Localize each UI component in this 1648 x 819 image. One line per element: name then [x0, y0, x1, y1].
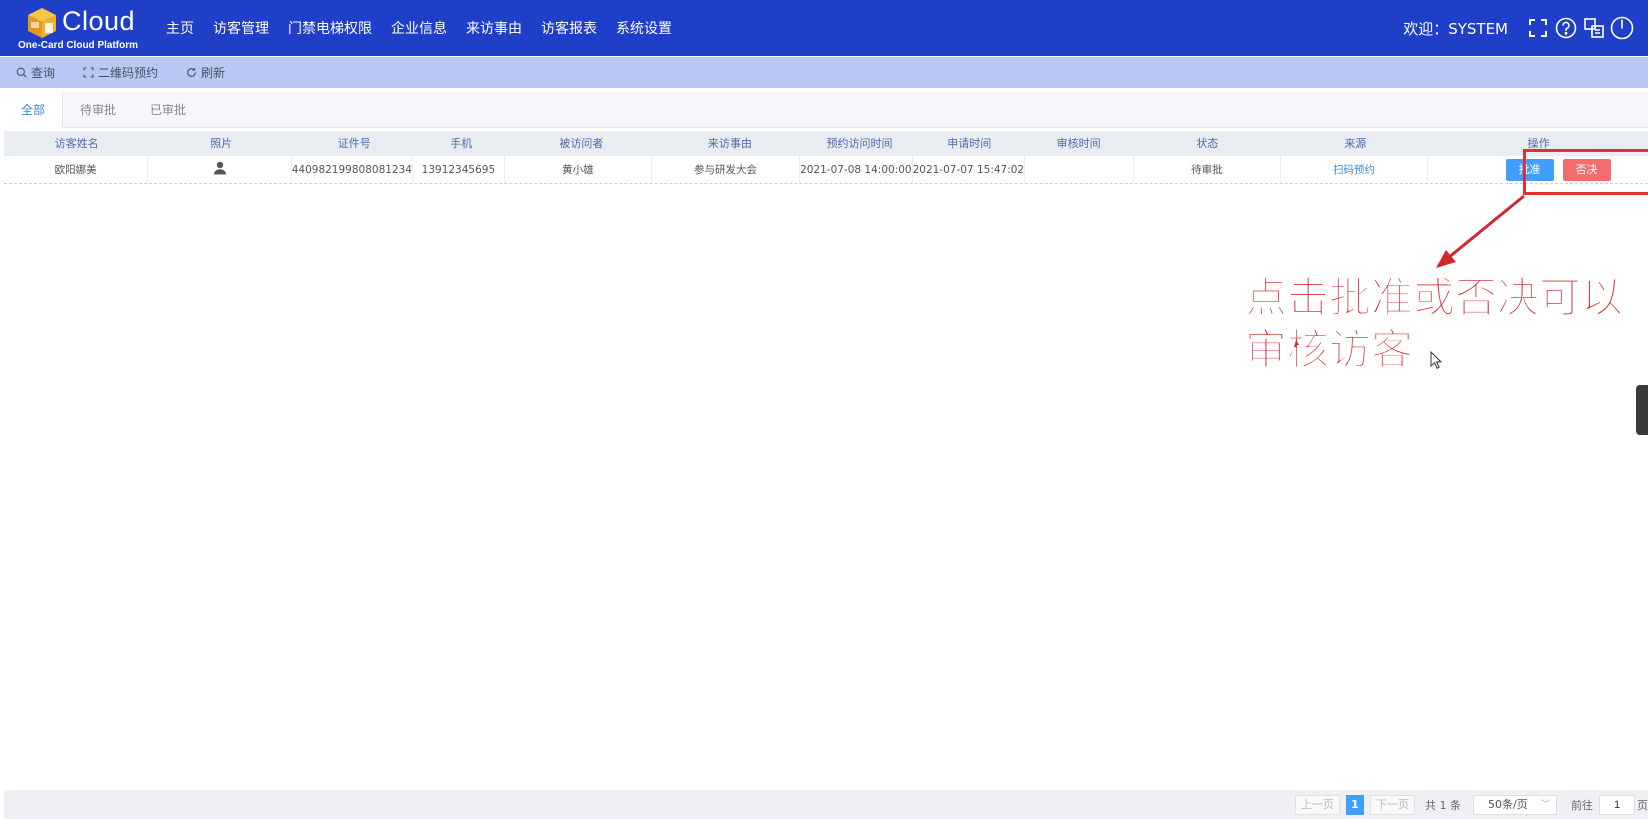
nav-visit-reason[interactable]: 来访事由 [466, 18, 522, 38]
col-photo: 照片 [210, 137, 233, 150]
cell-visitor-name: 欧阳娜美 [4, 156, 149, 183]
col-appointment-time: 预约访问时间 [826, 137, 893, 150]
nav-visitor-management[interactable]: 访客管理 [213, 18, 269, 38]
logo-word: Cloud [62, 6, 136, 36]
cell-status: 待审批 [1134, 156, 1281, 183]
refresh-button[interactable]: 刷新 [186, 64, 225, 81]
user-avatar-icon [213, 161, 226, 175]
annotation-line-1: 点击批准或否决可以 [1245, 273, 1624, 323]
tab-all[interactable]: 全部 [4, 92, 64, 128]
fullscreen-icon[interactable] [1526, 16, 1550, 40]
cell-source-link[interactable]: 扫码预约 [1281, 156, 1429, 183]
power-icon[interactable] [1610, 16, 1634, 40]
col-review-time: 审核时间 [1056, 137, 1101, 150]
tab-pending[interactable]: 待审批 [63, 92, 133, 128]
col-source: 来源 [1344, 137, 1367, 150]
col-status: 状态 [1196, 137, 1219, 150]
cell-phone: 13912345695 [413, 156, 505, 183]
scan-icon [83, 67, 94, 78]
nav-access-elevator[interactable]: 门禁电梯权限 [288, 18, 372, 38]
col-id-number: 证件号 [337, 137, 371, 150]
cell-photo [148, 156, 292, 183]
goto-label: 前往 [1571, 798, 1593, 812]
welcome-text: 欢迎：SYSTEM [1403, 19, 1508, 38]
help-icon[interactable] [1554, 16, 1578, 40]
pagination: 上一页 1 下一页 共 1 条 50条/页 ﹀ 前往 页 [4, 790, 1648, 819]
col-visitor-name: 访客姓名 [54, 137, 99, 150]
nav-company-info[interactable]: 企业信息 [391, 18, 447, 38]
cell-apply-time: 2021-07-07 15:47:02 [913, 156, 1026, 183]
nav-visitor-report[interactable]: 访客报表 [541, 18, 597, 38]
page-number-current[interactable]: 1 [1346, 794, 1364, 815]
search-icon [16, 67, 27, 78]
query-label: 查询 [31, 66, 56, 80]
logo-subtitle: One-Card Cloud Platform [18, 40, 139, 51]
page-size-select[interactable]: 50条/页 ﹀ [1473, 794, 1557, 815]
goto-page-input[interactable] [1599, 794, 1635, 815]
next-page-button[interactable]: 下一页 [1370, 794, 1415, 815]
page-unit-label: 页 [1637, 798, 1648, 812]
top-header: Cloud One-Card Cloud Platform 主页 访客管理 门禁… [0, 0, 1648, 56]
page-size-value: 50条/页 [1488, 797, 1528, 811]
total-count: 共 1 条 [1425, 798, 1461, 812]
highlight-box [1523, 149, 1648, 195]
cell-reason: 参与研发大会 [652, 156, 801, 183]
switch-screen-icon[interactable] [1582, 16, 1606, 40]
nav-system-settings[interactable]: 系统设置 [616, 18, 672, 38]
cell-appointment-time: 2021-07-08 14:00:00 [800, 156, 913, 183]
cell-host: 黄小雄 [505, 156, 652, 183]
side-drawer-handle[interactable] [1636, 385, 1648, 435]
refresh-icon [187, 68, 196, 77]
col-apply-time: 申请时间 [947, 137, 992, 150]
status-tabs: 全部 待审批 已审批 [4, 92, 1648, 128]
visitor-table: 访客姓名 照片 证件号 手机 被访问者 来访事由 预约访问时间 申请时间 审核时… [4, 131, 1648, 184]
col-reason: 来访事由 [707, 137, 752, 150]
qr-booking-label: 二维码预约 [98, 66, 159, 80]
col-host: 被访问者 [559, 137, 604, 150]
toolbar: 查询 二维码预约 刷新 [0, 57, 1648, 88]
col-phone: 手机 [450, 137, 473, 150]
chevron-down-icon: ﹀ [1540, 799, 1550, 810]
tab-approved[interactable]: 已审批 [133, 92, 203, 128]
cell-id-number: 440982199808081234 [292, 156, 413, 183]
table-header: 访客姓名 照片 证件号 手机 被访问者 来访事由 预约访问时间 申请时间 审核时… [4, 131, 1648, 156]
nav-home[interactable]: 主页 [166, 18, 194, 38]
cell-review-time [1025, 156, 1134, 183]
cube-logo-icon [28, 8, 56, 38]
qr-booking-button[interactable]: 二维码预约 [83, 64, 158, 81]
query-button[interactable]: 查询 [16, 64, 55, 81]
logo: Cloud One-Card Cloud Platform [16, 4, 146, 54]
table-row: 欧阳娜美 440982199808081234 13912345695 黄小雄 … [4, 156, 1648, 184]
prev-page-button[interactable]: 上一页 [1295, 794, 1340, 815]
main-nav: 主页 访客管理 门禁电梯权限 企业信息 来访事由 访客报表 系统设置 [166, 0, 691, 56]
mouse-cursor-icon [1430, 351, 1442, 369]
refresh-label: 刷新 [201, 66, 226, 80]
header-right: 欢迎：SYSTEM [1403, 0, 1634, 56]
app-window: Cloud One-Card Cloud Platform 主页 访客管理 门禁… [0, 0, 1648, 819]
